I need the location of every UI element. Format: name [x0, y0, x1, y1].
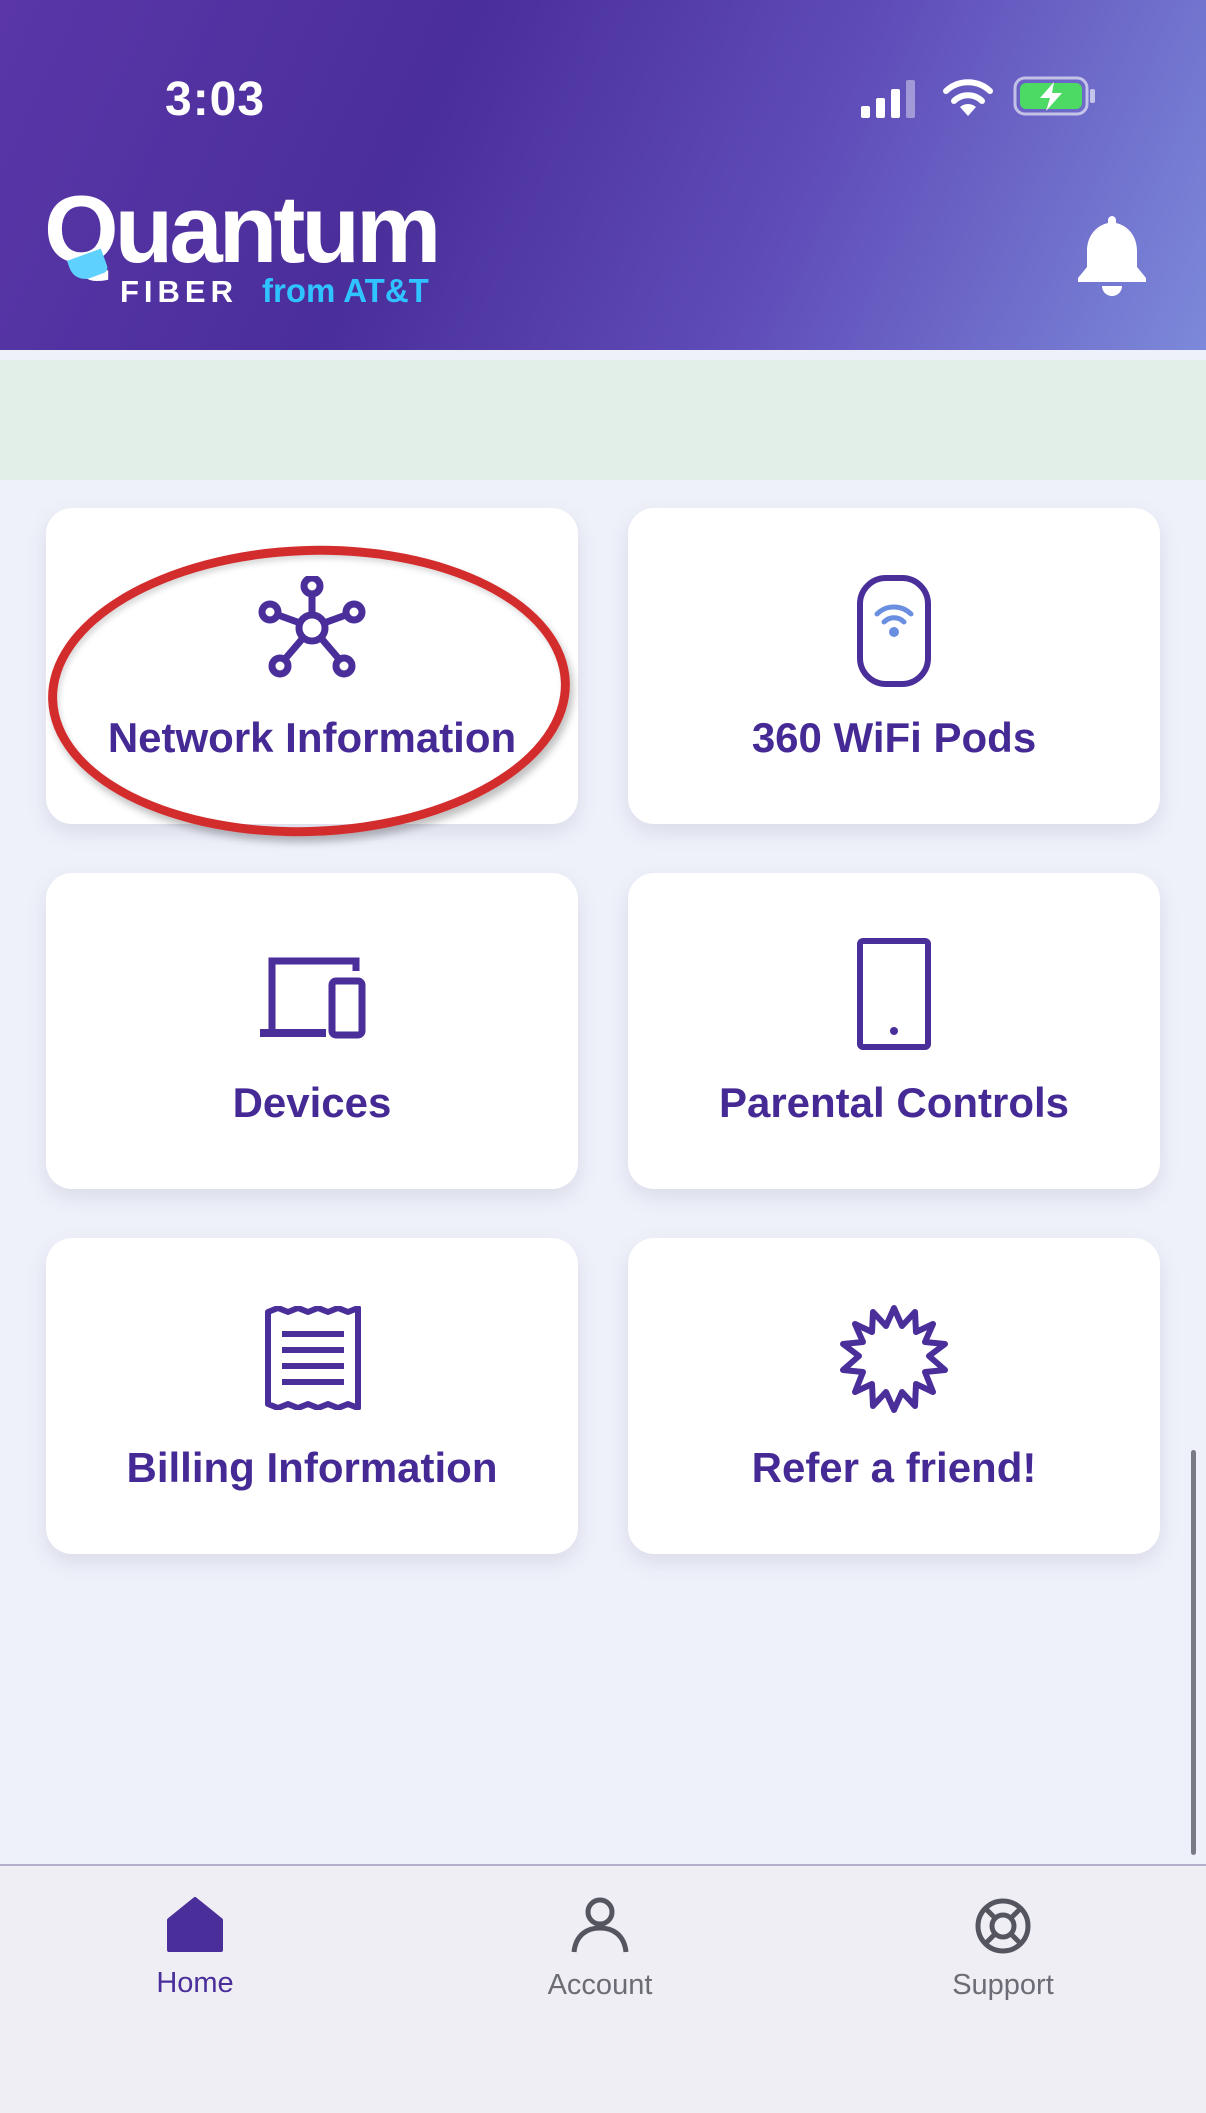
tab-support[interactable]: Support [903, 1896, 1103, 2002]
tab-label: Home [156, 1967, 234, 1999]
refer-a-friend-tile[interactable]: Refer a friend! [628, 1238, 1160, 1554]
tile-label: Parental Controls [718, 1079, 1070, 1126]
lifebuoy-icon [975, 1898, 1031, 1954]
starburst-icon [840, 1305, 948, 1413]
parental-controls-tile[interactable]: Parental Controls [628, 873, 1160, 1189]
person-icon [571, 1897, 629, 1953]
logo-fiber: FIBER [120, 274, 238, 309]
bell-icon[interactable] [1072, 212, 1152, 296]
battery-charging-icon [1013, 76, 1095, 116]
tile-label: Billing Information [126, 1444, 498, 1491]
tile-label: Refer a friend! [751, 1444, 1037, 1491]
info-banner [0, 360, 1206, 480]
quantum-fiber-logo: Quantum FIBER from AT&T [44, 182, 464, 310]
app-header: 3:03 Quantum FIBER from AT&T [0, 0, 1206, 350]
tile-label: 360 WiFi Pods [751, 714, 1037, 761]
signal-icon [861, 80, 915, 118]
wifi-pod-icon [857, 575, 931, 687]
logo-from-att: from AT&T [262, 272, 429, 309]
tab-bar: Home Account Support [0, 1864, 1206, 2113]
devices-icon [260, 957, 366, 1039]
tablet-icon [857, 938, 931, 1050]
status-icons [861, 72, 1101, 122]
wifi-icon [943, 79, 993, 116]
receipt-icon [265, 1306, 361, 1410]
wifi-pods-tile[interactable]: 360 WiFi Pods [628, 508, 1160, 824]
tab-label: Account [547, 1969, 653, 2001]
billing-information-tile[interactable]: Billing Information [46, 1238, 578, 1554]
scrollbar[interactable] [1191, 1450, 1196, 1855]
home-icon [167, 1897, 223, 1952]
tab-account[interactable]: Account [500, 1896, 700, 2002]
tab-home[interactable]: Home [95, 1896, 295, 2000]
devices-tile[interactable]: Devices [46, 873, 578, 1189]
tile-label: Devices [232, 1079, 392, 1126]
tab-label: Support [952, 1969, 1054, 2001]
status-time: 3:03 [165, 73, 266, 126]
